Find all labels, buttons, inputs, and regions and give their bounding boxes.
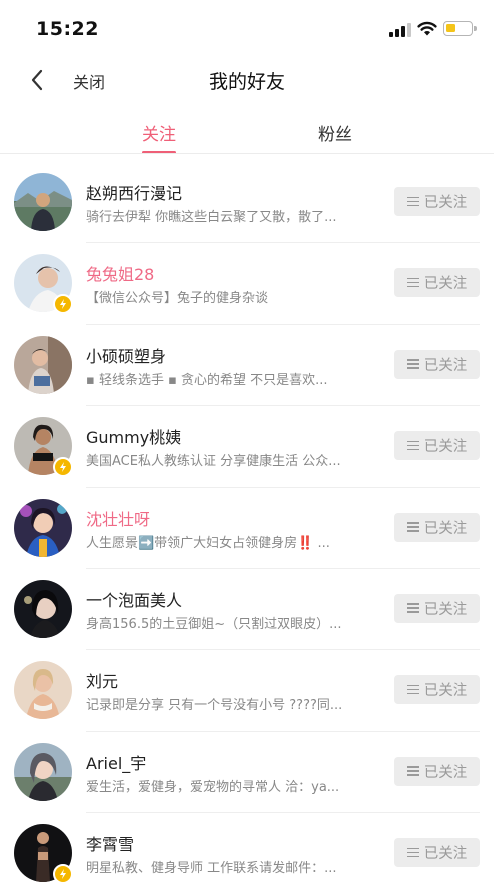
menu-icon	[406, 196, 419, 207]
friend-description: 身高156.5的土豆御姐~（只割过双眼皮）...	[86, 616, 342, 632]
menu-icon	[406, 522, 419, 532]
menu-icon	[406, 684, 419, 695]
battery-icon	[443, 21, 477, 36]
friend-name: 兔兔姐28	[86, 265, 155, 285]
signal-icon	[389, 23, 411, 37]
tab-fans[interactable]: 粉丝	[318, 120, 352, 145]
friend-description: 【微信公众号】兔子的健身杂谈	[86, 291, 269, 307]
following-button[interactable]: 已关注	[394, 838, 480, 868]
menu-icon	[406, 440, 419, 451]
avatar[interactable]	[14, 742, 72, 801]
menu-icon	[406, 359, 419, 369]
list-item[interactable]: 李霄雪 明星私教、健身导师 工作联系请发邮件：... 已关注	[0, 813, 494, 894]
tab-following[interactable]: 关注	[142, 120, 176, 145]
menu-icon	[406, 277, 419, 288]
divider	[0, 153, 494, 154]
following-button-label: 已关注	[423, 276, 468, 293]
following-button[interactable]: 已关注	[394, 431, 480, 461]
nav-bar: 关闭 我的好友	[0, 58, 494, 102]
list-item[interactable]: Ariel_宇 爱生活，爱健身，爱宠物的寻常人 洽：ya... 已关注	[0, 732, 494, 814]
avatar[interactable]	[14, 579, 72, 638]
friend-description: ▪ 轻线条选手 ▪ 贪心的希望 不只是喜欢...	[86, 372, 328, 388]
avatar[interactable]	[14, 335, 72, 394]
menu-icon	[406, 847, 419, 858]
tab-bar: 关注 粉丝	[0, 108, 494, 154]
list-item[interactable]: 刘元 记录即是分享 只有一个号没有小号 ????同... 已关注	[0, 650, 494, 732]
following-button-label: 已关注	[423, 846, 468, 863]
list-item[interactable]: 小硕硕塑身 ▪ 轻线条选手 ▪ 贪心的希望 不只是喜欢... 已关注	[0, 325, 494, 407]
verified-badge-icon	[53, 294, 73, 315]
following-button-label: 已关注	[423, 520, 468, 537]
page-title: 我的好友	[208, 71, 285, 93]
menu-icon	[406, 603, 419, 614]
friend-description: 明星私教、健身导师 工作联系请发邮件：...	[86, 861, 337, 877]
list-item[interactable]: 兔兔姐28 【微信公众号】兔子的健身杂谈 已关注	[0, 243, 494, 325]
list-item[interactable]: 一个泡面美人 身高156.5的土豆御姐~（只割过双眼皮）... 已关注	[0, 569, 494, 651]
friend-list: 赵朔西行漫记 骑行去伊犁 你瞧这些白云聚了又散，散了... 已关注 兔兔姐28 …	[0, 162, 494, 895]
following-button[interactable]: 已关注	[394, 187, 480, 216]
friend-description: 爱生活，爱健身，爱宠物的寻常人 洽：ya...	[86, 779, 340, 795]
friend-name: 一个泡面美人	[86, 590, 183, 610]
friend-description: 记录即是分享 只有一个号没有小号 ????同...	[86, 698, 343, 714]
verified-badge-icon	[53, 457, 73, 478]
verified-badge-icon	[53, 864, 73, 885]
avatar[interactable]	[14, 498, 72, 557]
following-button[interactable]: 已关注	[394, 675, 480, 705]
friend-name: 小硕硕塑身	[86, 346, 167, 366]
friend-description: 美国ACE私人教练认证 分享健康生活 公众...	[86, 454, 341, 470]
following-button[interactable]: 已关注	[394, 349, 480, 379]
following-button-label: 已关注	[423, 764, 468, 781]
wifi-icon	[417, 20, 437, 36]
friend-name: 赵朔西行漫记	[86, 184, 183, 203]
following-button-label: 已关注	[423, 439, 468, 456]
friend-name: 沈壮壮呀	[86, 509, 151, 529]
avatar[interactable]	[14, 661, 72, 720]
following-button[interactable]: 已关注	[394, 268, 480, 298]
friend-description: 人生愿景➡️带领广大妇女占领健身房‼️ ...	[86, 535, 330, 551]
list-item[interactable]: 沈壮壮呀 人生愿景➡️带领广大妇女占领健身房‼️ ... 已关注	[0, 488, 494, 569]
friend-name: Gummy桃姨	[86, 428, 182, 448]
following-button-label: 已关注	[423, 683, 468, 700]
status-time: 15:22	[36, 18, 99, 40]
menu-icon	[406, 766, 419, 776]
status-bar: 15:22	[0, 0, 494, 58]
following-button-label: 已关注	[423, 357, 468, 374]
following-button-label: 已关注	[423, 195, 468, 211]
following-button[interactable]: 已关注	[394, 512, 480, 542]
following-button[interactable]: 已关注	[394, 756, 480, 786]
avatar[interactable]	[14, 173, 72, 231]
following-button-label: 已关注	[423, 601, 468, 618]
friend-name: 刘元	[86, 672, 119, 692]
friend-name: 李霄雪	[86, 835, 135, 855]
friend-name: Ariel_宇	[86, 753, 147, 773]
friend-description: 骑行去伊犁 你瞧这些白云聚了又散，散了...	[86, 210, 337, 225]
following-button[interactable]: 已关注	[394, 593, 480, 623]
list-item[interactable]: 赵朔西行漫记 骑行去伊犁 你瞧这些白云聚了又散，散了... 已关注	[0, 162, 494, 244]
list-item[interactable]: Gummy桃姨 美国ACE私人教练认证 分享健康生活 公众... 已关注	[0, 406, 494, 488]
